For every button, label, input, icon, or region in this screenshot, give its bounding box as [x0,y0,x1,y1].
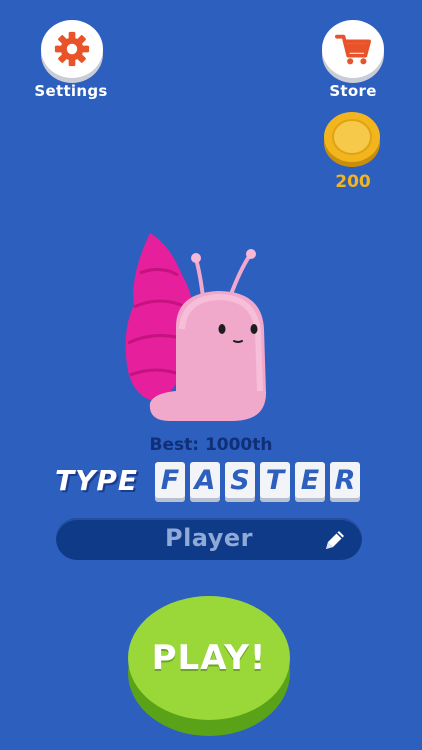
best-rank-label: Best: 1000th [149,435,273,455]
coin-count: 200 [335,172,371,192]
settings-button[interactable] [41,20,103,78]
logo-letter-tile: S [225,462,255,498]
player-name-field[interactable]: Player [56,518,362,560]
gear-icon [54,31,90,67]
play-button[interactable]: PLAY! [128,596,290,720]
coin-icon [324,112,380,167]
logo-letter-tile: F [155,462,185,498]
logo-letter-tile: E [295,462,325,498]
logo-type-word: TYPE [55,464,139,497]
player-name: Player [164,524,254,552]
logo-letter-tile: R [330,462,360,498]
settings-label: Settings [34,82,108,100]
pencil-icon[interactable] [322,527,348,553]
cart-icon [335,34,372,65]
logo-letter-tile: A [190,462,220,498]
store-label: Store [329,82,377,100]
logo-letter-tile: T [260,462,290,498]
play-label: PLAY! [151,638,267,678]
snail-character [125,233,266,421]
store-button[interactable] [322,20,384,78]
type-faster-logo: TYPE F A S T E R [55,462,367,504]
